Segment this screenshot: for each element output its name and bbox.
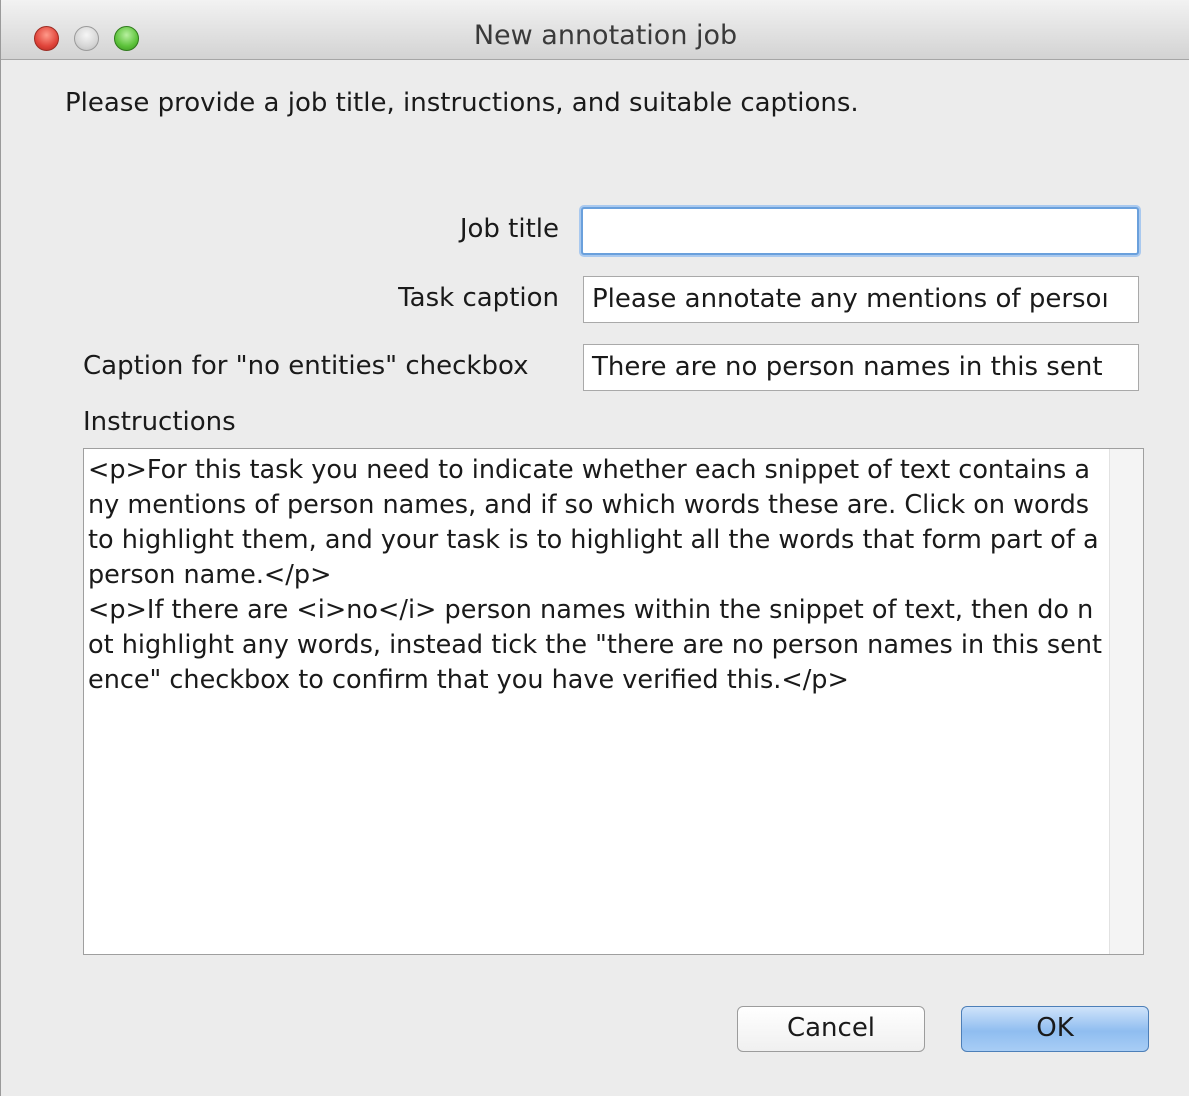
- title-bar: New annotation job: [1, 0, 1189, 60]
- window-title: New annotation job: [473, 20, 738, 51]
- dialog-window: New annotation job Please provide a job …: [0, 0, 1189, 1096]
- instructions-scrollbar[interactable]: [1109, 449, 1143, 954]
- instructions-textarea[interactable]: <p>For this task you need to indicate wh…: [83, 448, 1144, 955]
- dialog-prompt: Please provide a job title, instructions…: [65, 88, 859, 118]
- task-caption-label: Task caption: [398, 283, 559, 313]
- instructions-label: Instructions: [83, 407, 236, 437]
- no-entities-caption-label: Caption for "no entities" checkbox: [83, 351, 529, 381]
- task-caption-input[interactable]: Please annotate any mentions of persoı: [583, 276, 1139, 323]
- job-title-input[interactable]: [581, 207, 1139, 255]
- ok-button[interactable]: OK: [961, 1006, 1149, 1052]
- cancel-button[interactable]: Cancel: [737, 1006, 925, 1052]
- job-title-label: Job title: [459, 214, 559, 244]
- instructions-text[interactable]: <p>For this task you need to indicate wh…: [88, 453, 1106, 698]
- no-entities-caption-input[interactable]: There are no person names in this sent: [583, 344, 1139, 391]
